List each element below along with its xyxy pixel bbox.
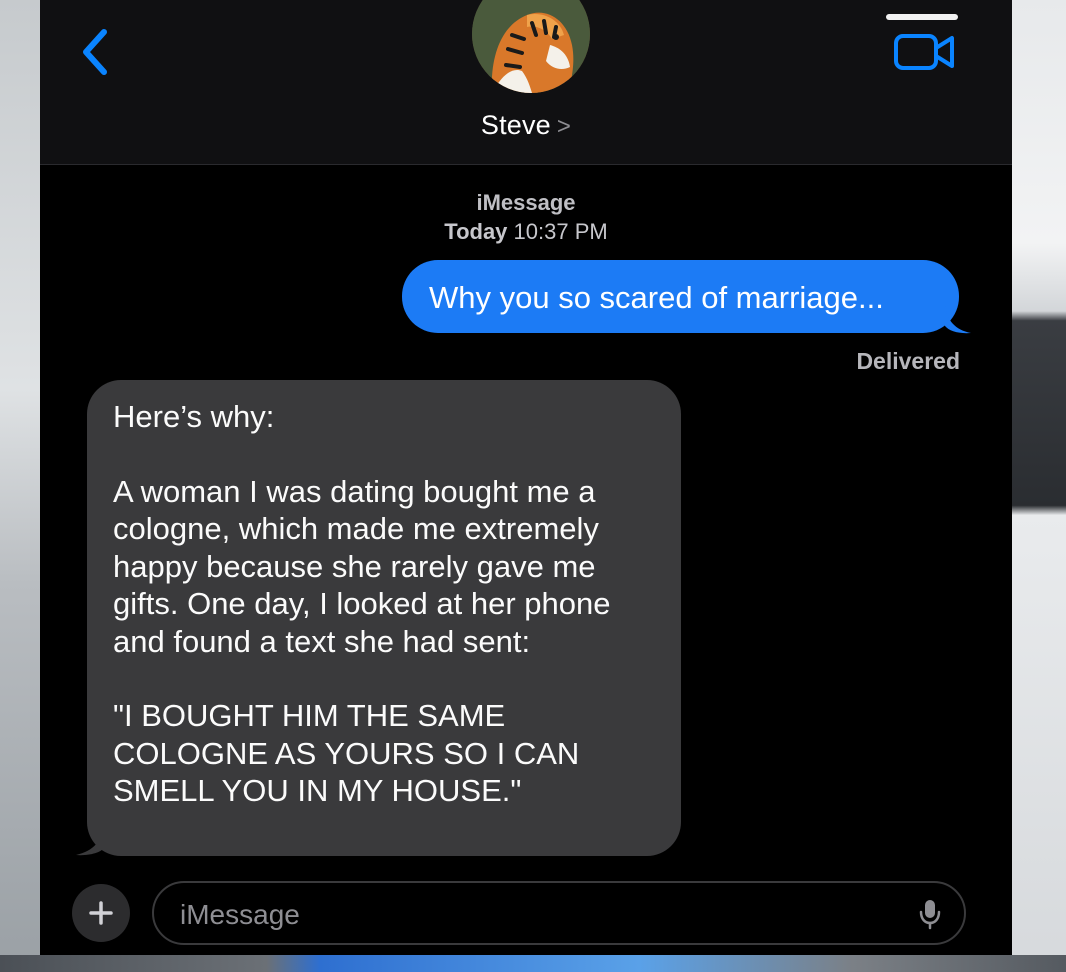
microphone-icon[interactable] (918, 898, 942, 930)
message-input-placeholder: iMessage (180, 899, 300, 930)
facetime-video-button[interactable] (892, 28, 958, 74)
add-attachment-button[interactable] (72, 884, 130, 942)
timestamp-time: 10:37 PM (513, 219, 608, 244)
background-right (1012, 0, 1066, 972)
thread-timestamp: iMessage Today 10:37 PM (40, 188, 1012, 246)
plus-icon (89, 901, 113, 925)
video-camera-icon (894, 34, 954, 70)
message-input[interactable]: iMessage (152, 881, 966, 945)
incoming-message-bubble[interactable]: Here’s why: A woman I was dating bought … (87, 380, 681, 856)
status-indicator-bar (886, 14, 958, 20)
outgoing-message-text: Why you so scared of marriage... (429, 280, 884, 315)
timestamp-day: Today (444, 219, 508, 244)
background-bottom (0, 955, 1066, 972)
tiger-avatar-image (472, 0, 590, 93)
conversation-header: Steve > (40, 0, 1012, 165)
incoming-message-paragraph: A woman I was dating bought me a cologne… (113, 473, 611, 659)
service-label: iMessage (476, 190, 576, 215)
contact-name-button[interactable]: Steve > (40, 110, 1012, 141)
outgoing-message-bubble[interactable]: Why you so scared of marriage... (402, 260, 959, 333)
background-left (0, 0, 40, 972)
message-composer: iMessage (40, 870, 1012, 955)
delivery-status: Delivered (856, 348, 960, 374)
back-button[interactable] (70, 22, 120, 82)
contact-name: Steve (480, 110, 551, 140)
contact-avatar[interactable] (472, 0, 590, 93)
timestamp-line: Today 10:37 PM (40, 217, 1012, 246)
outgoing-bubble-tail (945, 306, 971, 334)
messages-screen: Steve > iMessage Today 10:37 PM Why you s… (40, 0, 1012, 955)
incoming-message-paragraph: "I BOUGHT HIM THE SAME COLOGNE AS YOURS … (113, 698, 580, 808)
incoming-bubble-tail (76, 826, 104, 856)
chevron-left-icon (83, 29, 107, 75)
chevron-right-icon: > (556, 113, 572, 140)
incoming-message-paragraph: Here’s why: (113, 399, 275, 434)
